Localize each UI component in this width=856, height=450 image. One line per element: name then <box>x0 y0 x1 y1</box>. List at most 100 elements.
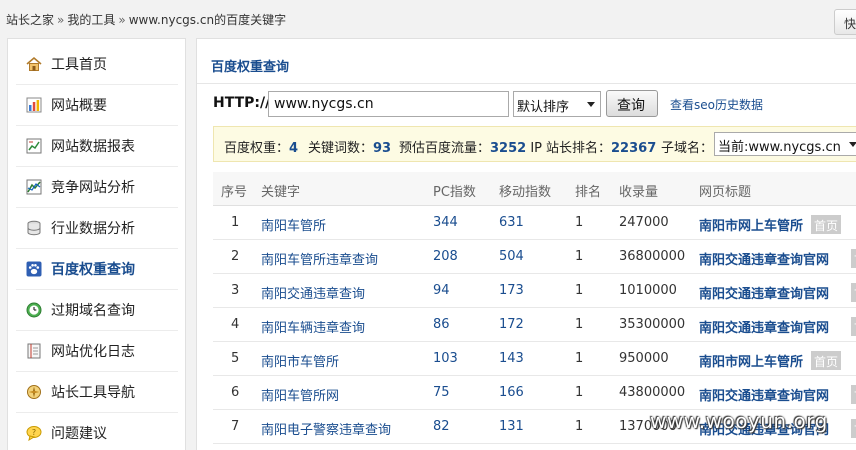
sidebar: 工具首页 网站概要 网站数据报表 竞争网站分析 行业数据分析 百度权重查询 过期… <box>7 38 186 450</box>
cell-keyword[interactable]: 南阳车辆违章查询 <box>261 317 365 336</box>
cell-page-title[interactable]: 南阳交通违章查询官网 <box>699 283 829 302</box>
seo-history-link[interactable]: 查看seo历史数据 <box>670 96 763 113</box>
paw-icon <box>26 261 42 277</box>
stat-value: 4 <box>289 141 299 156</box>
subdomain-select-value: 当前:www.nycgs.cn <box>718 140 841 155</box>
sort-select[interactable]: 默认排序 <box>513 91 601 117</box>
cell-pc-index[interactable]: 82 <box>433 419 450 434</box>
stat-keyword-count: 关键词数：93 <box>308 137 391 156</box>
cell-keyword[interactable]: 南阳车管所网 <box>261 385 339 404</box>
cell-keyword[interactable]: 南阳市车管所 <box>261 351 339 370</box>
cell-indexed: 950000 <box>619 351 669 366</box>
domain-input[interactable] <box>268 91 509 117</box>
cell-mobile-index[interactable]: 631 <box>499 215 524 230</box>
cell-mobile-index[interactable]: 504 <box>499 249 524 264</box>
cell-rank: 1 <box>575 283 584 298</box>
cell-keyword[interactable]: 南阳交通违章查询 <box>261 283 365 302</box>
cell-page-title[interactable]: 南阳市网上车管所 <box>699 215 803 234</box>
sidebar-item-industry-analysis[interactable]: 行业数据分析 <box>16 208 178 249</box>
cell-no: 6 <box>231 385 240 400</box>
sidebar-item-label: 站长工具导航 <box>51 385 135 401</box>
homepage-badge: 首页 <box>851 385 856 404</box>
sidebar-item-feedback[interactable]: ? 问题建议 <box>16 413 178 450</box>
stats-bar: 百度权重：4 关键词数：93 预估百度流量：3252 IP 站长排名：22367… <box>213 126 856 162</box>
cell-mobile-index[interactable]: 173 <box>499 283 524 298</box>
sidebar-item-label: 竞争网站分析 <box>51 180 135 196</box>
database-icon <box>26 220 42 236</box>
header-page-title: 网页标题 <box>699 185 752 200</box>
sort-select-value: 默认排序 <box>517 100 570 115</box>
cell-page-title[interactable]: 南阳交通违章查询官网 <box>699 317 829 336</box>
homepage-badge: 首页 <box>851 283 856 302</box>
stat-label: 百度权重： <box>224 141 290 156</box>
breadcrumb-my-tools[interactable]: 我的工具 <box>67 13 115 27</box>
cell-page-title[interactable]: 南阳交通违章查询官网 <box>699 249 829 268</box>
cell-no: 3 <box>231 283 240 298</box>
stat-label: 预估百度流量： <box>399 141 491 156</box>
cell-pc-index[interactable]: 103 <box>433 351 458 366</box>
table-row: 5 南阳市车管所 103 143 1 950000 南阳市网上车管所 首页 <box>213 342 856 376</box>
header-rank[interactable]: 排名 <box>575 181 601 200</box>
home-icon <box>26 56 42 72</box>
breadcrumb-separator: » <box>118 13 126 27</box>
watermark: www.wooyun.org <box>650 409 828 433</box>
cell-page-title[interactable]: 南阳交通违章查询官网 <box>699 385 829 404</box>
main-panel: 百度权重查询 HTTP:// 默认排序 查询 查看seo历史数据 百度权重：4 … <box>196 38 856 450</box>
breadcrumb-current: www.nycgs.cn的百度关键字 <box>128 13 287 27</box>
sidebar-item-label: 行业数据分析 <box>51 221 135 237</box>
chevron-down-icon <box>587 102 595 107</box>
cell-keyword[interactable]: 南阳车管所违章查询 <box>261 249 378 268</box>
sidebar-item-data-report[interactable]: 网站数据报表 <box>16 126 178 167</box>
sidebar-item-site-overview[interactable]: 网站概要 <box>16 85 178 126</box>
cell-indexed: 35300000 <box>619 317 686 332</box>
sidebar-item-tools-navigation[interactable]: 站长工具导航 <box>16 372 178 413</box>
cell-keyword[interactable]: 南阳电子警察违章查询 <box>261 419 391 438</box>
sidebar-item-optimization-log[interactable]: 网站优化日志 <box>16 331 178 372</box>
quick-button[interactable]: 快 <box>834 9 856 35</box>
cell-pc-index[interactable]: 208 <box>433 249 458 264</box>
cell-pc-index[interactable]: 86 <box>433 317 450 332</box>
sidebar-item-label: 过期域名查询 <box>51 303 135 319</box>
cell-no: 2 <box>231 249 240 264</box>
cell-rank: 1 <box>575 351 584 366</box>
sidebar-item-expired-domain[interactable]: 过期域名查询 <box>16 290 178 331</box>
header-mobile-index[interactable]: 移动指数 <box>499 181 551 200</box>
sidebar-item-label: 工具首页 <box>51 57 107 73</box>
breadcrumb-home[interactable]: 站长之家 <box>6 13 54 27</box>
cell-mobile-index[interactable]: 172 <box>499 317 524 332</box>
top-bar: 站长之家» 我的工具» www.nycgs.cn的百度关键字 快 <box>0 0 856 36</box>
speech-bubble-icon: ? <box>26 425 42 442</box>
stat-value: 3252 <box>490 141 527 156</box>
sidebar-item-label: 百度权重查询 <box>51 262 135 278</box>
cell-mobile-index[interactable]: 131 <box>499 419 524 434</box>
table-row: 1 南阳车管所 344 631 1 247000 南阳市网上车管所 首页 <box>213 206 856 240</box>
table-header: 序号 关键字 PC指数 移动指数 排名 收录量 网页标题 <box>213 172 856 206</box>
sidebar-item-baidu-weight[interactable]: 百度权重查询 <box>16 249 178 290</box>
header-indexed[interactable]: 收录量 <box>619 181 658 200</box>
stat-estimated-traffic: 预估百度流量：3252 IP <box>399 137 542 156</box>
cell-mobile-index[interactable]: 143 <box>499 351 524 366</box>
cell-indexed: 43800000 <box>619 385 686 400</box>
cell-pc-index[interactable]: 344 <box>433 215 458 230</box>
svg-text:?: ? <box>32 428 36 437</box>
cell-indexed: 36800000 <box>619 249 686 264</box>
subdomain-select[interactable]: 当前:www.nycgs.cn <box>714 132 856 156</box>
page-title: 百度权重查询 <box>211 60 290 75</box>
sidebar-item-tools-home[interactable]: 工具首页 <box>16 44 178 85</box>
compare-chart-icon <box>26 179 42 195</box>
query-button[interactable]: 查询 <box>606 90 658 117</box>
sidebar-item-competitor-analysis[interactable]: 竞争网站分析 <box>16 167 178 208</box>
cell-page-title[interactable]: 南阳市网上车管所 <box>699 351 803 370</box>
cell-pc-index[interactable]: 94 <box>433 283 450 298</box>
homepage-badge: 首页 <box>811 215 842 234</box>
cell-pc-index[interactable]: 75 <box>433 385 450 400</box>
header-pc-index[interactable]: PC指数 <box>433 181 476 200</box>
stat-site-rank: 站长排名：22367 <box>546 137 656 156</box>
cell-no: 5 <box>231 351 240 366</box>
cell-mobile-index[interactable]: 166 <box>499 385 524 400</box>
cell-keyword[interactable]: 南阳车管所 <box>261 215 326 234</box>
cell-indexed: 1010000 <box>619 283 677 298</box>
table-row: 2 南阳车管所违章查询 208 504 1 36800000 南阳交通违章查询官… <box>213 240 856 274</box>
homepage-badge: 首页 <box>851 249 856 268</box>
bar-chart-icon <box>26 97 42 113</box>
